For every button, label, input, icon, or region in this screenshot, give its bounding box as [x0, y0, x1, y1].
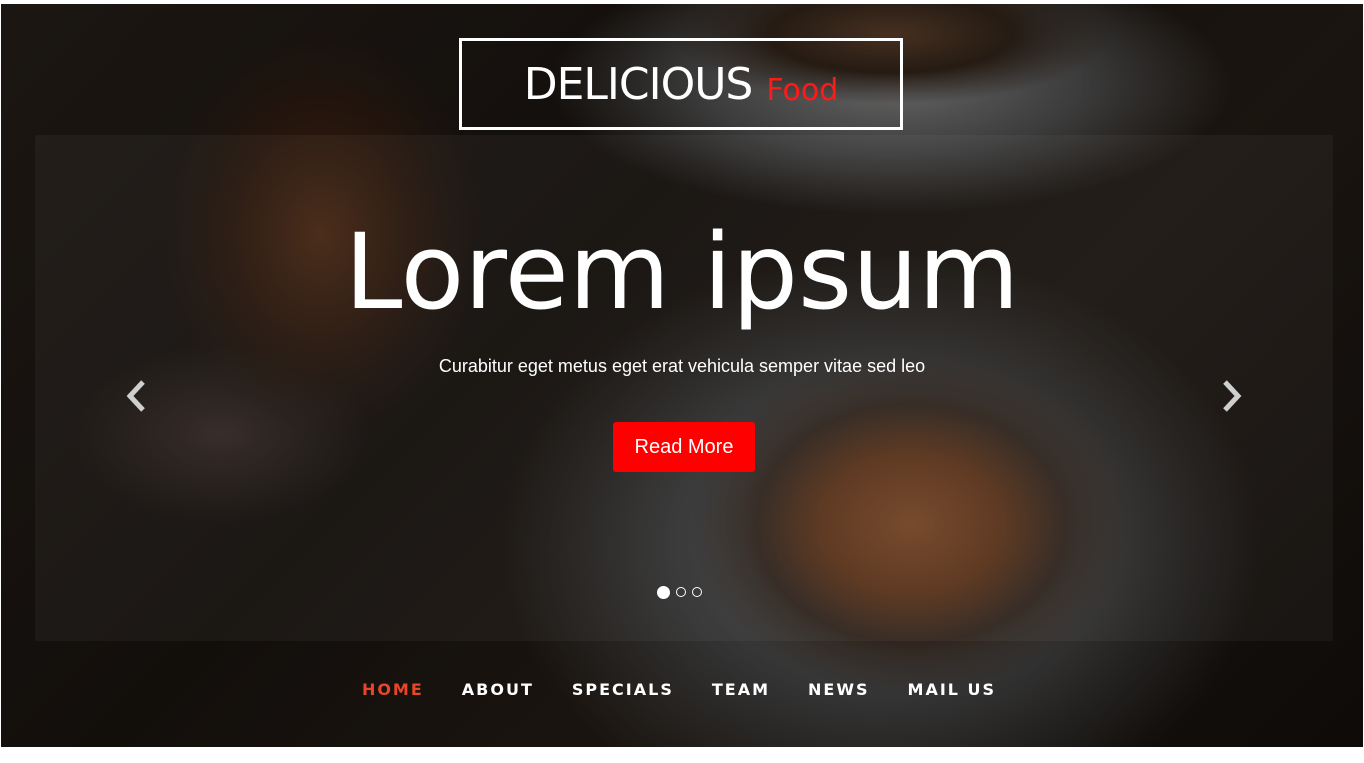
nav-item-about[interactable]: ABOUT — [462, 680, 534, 699]
nav-item-mail-us[interactable]: MAIL US — [908, 680, 997, 699]
chevron-left-icon — [126, 380, 145, 412]
hero-carousel: DELICIOUS Food Lorem ipsum Curabitur ege… — [1, 4, 1363, 747]
carousel-indicators — [657, 586, 702, 599]
main-nav: HOME ABOUT SPECIALS TEAM NEWS MAIL US — [1, 680, 1363, 699]
carousel-indicator-2[interactable] — [676, 587, 686, 597]
carousel-indicator-1[interactable] — [657, 586, 670, 599]
nav-item-news[interactable]: NEWS — [808, 680, 870, 699]
carousel-prev-button[interactable] — [121, 376, 151, 416]
logo-accent-text: Food — [766, 72, 839, 108]
nav-item-specials[interactable]: SPECIALS — [572, 680, 674, 699]
site-logo[interactable]: DELICIOUS Food — [459, 38, 903, 130]
read-more-button[interactable]: Read More — [613, 422, 755, 472]
logo-main-text: DELICIOUS — [523, 58, 754, 110]
nav-item-home[interactable]: HOME — [362, 680, 424, 699]
nav-item-team[interactable]: TEAM — [712, 680, 770, 699]
carousel-indicator-3[interactable] — [692, 587, 702, 597]
slide-headline: Lorem ipsum — [344, 211, 1020, 333]
carousel-next-button[interactable] — [1217, 376, 1247, 416]
slide-subheadline: Curabitur eget metus eget erat vehicula … — [438, 356, 926, 376]
chevron-right-icon — [1223, 380, 1242, 412]
